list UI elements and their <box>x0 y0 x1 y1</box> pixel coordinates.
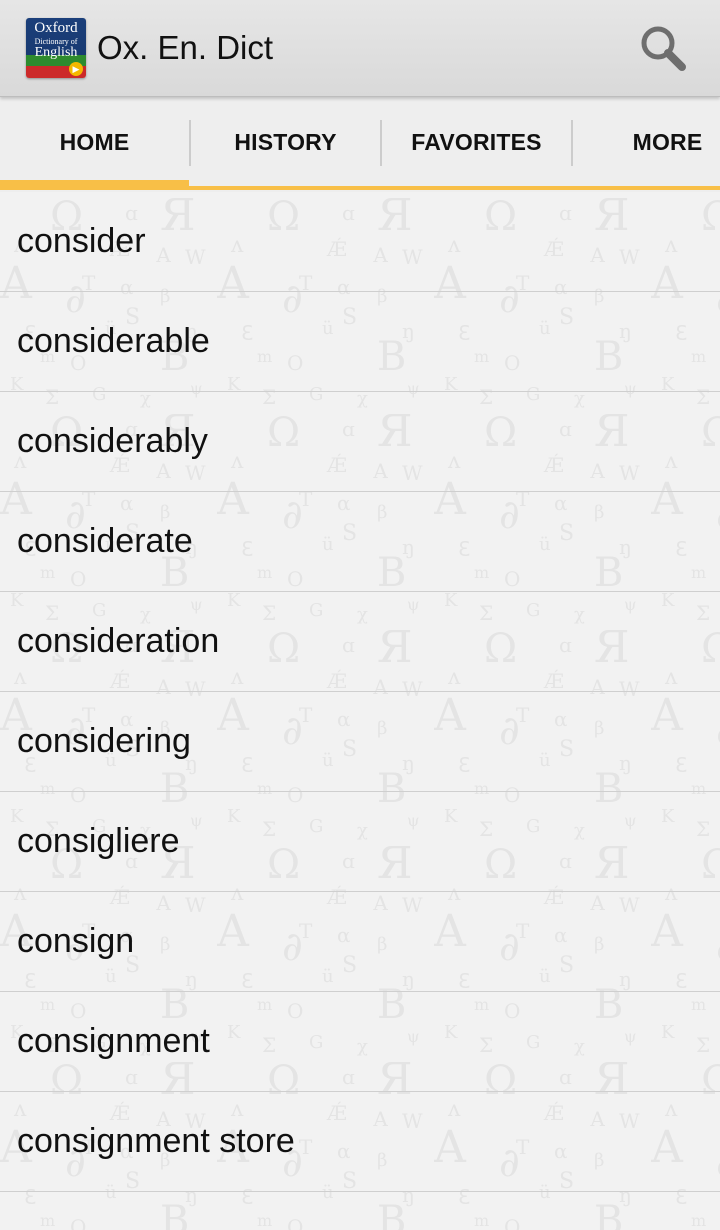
logo-text-top: Oxford <box>34 20 78 36</box>
word-label: consignment store <box>17 1122 295 1160</box>
word-label: considerate <box>17 522 193 560</box>
word-list[interactable]: Ω Я ɑ ʌ Ǽ А W A T α β ∂ S ℇ ŋ <box>0 192 720 1230</box>
search-icon <box>641 26 686 71</box>
word-label: consignment <box>17 1022 210 1060</box>
word-label: considering <box>17 722 191 760</box>
tab-home[interactable]: HOME <box>0 97 189 187</box>
list-item[interactable]: consigliere <box>0 792 720 892</box>
list-item[interactable]: consignment store <box>0 1092 720 1192</box>
action-bar: Oxford Dictionary of English ▶ Ox. En. D… <box>0 0 720 97</box>
logo-text-bottom: English <box>34 45 78 60</box>
app-screen: Oxford Dictionary of English ▶ Ox. En. D… <box>0 0 720 1230</box>
list-item[interactable]: considerably <box>0 392 720 492</box>
tab-history[interactable]: HISTORY <box>191 97 380 187</box>
search-button[interactable] <box>632 18 696 78</box>
word-label: consigliere <box>17 822 180 860</box>
list-item[interactable]: consign <box>0 892 720 992</box>
list-item[interactable]: considering <box>0 692 720 792</box>
tab-favorites[interactable]: FAVORITES <box>382 97 571 187</box>
word-label: consign <box>17 922 135 960</box>
list-item[interactable]: consignment <box>0 992 720 1092</box>
word-label: consider <box>17 222 146 260</box>
word-label: considerably <box>17 422 208 460</box>
word-label: considerable <box>17 322 210 360</box>
tab-bar: HOME HISTORY FAVORITES MORE <box>0 97 720 192</box>
app-title: Ox. En. Dict <box>97 29 274 66</box>
list-item[interactable]: consider <box>0 192 720 292</box>
list-item[interactable]: considerable <box>0 292 720 392</box>
speaker-icon: ▶ <box>69 62 83 76</box>
selected-tab-indicator <box>0 180 189 190</box>
app-logo-icon[interactable]: Oxford Dictionary of English ▶ <box>26 18 86 78</box>
tab-more[interactable]: MORE <box>573 97 720 187</box>
list-item[interactable]: consideration <box>0 592 720 692</box>
word-label: consideration <box>17 622 220 660</box>
list-item[interactable]: considerate <box>0 492 720 592</box>
